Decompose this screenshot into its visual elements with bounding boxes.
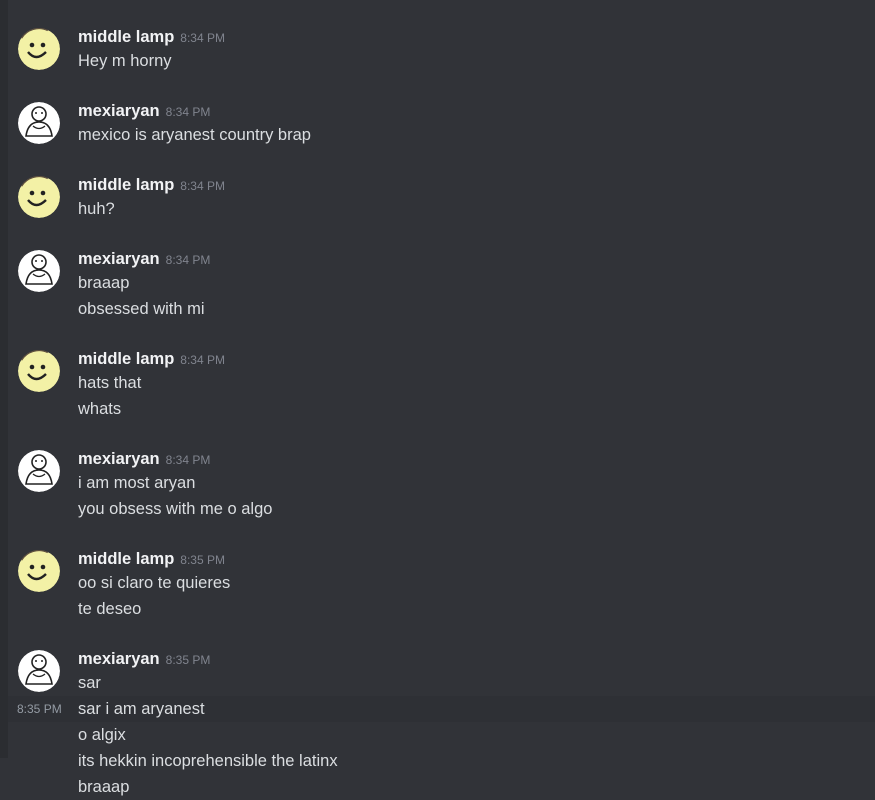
avatar[interactable] <box>18 28 60 70</box>
smiley-face-icon <box>18 176 60 218</box>
avatar[interactable] <box>18 650 60 692</box>
message-line[interactable]: i am most aryan <box>78 470 875 496</box>
message-timestamp: 8:34 PM <box>165 453 211 467</box>
message-author[interactable]: mexiaryan <box>78 650 160 668</box>
message-timestamp: 8:35 PM <box>180 553 225 567</box>
message-author[interactable]: mexiaryan <box>78 250 160 268</box>
message-line[interactable]: whats <box>78 396 875 422</box>
message-line-hovered[interactable]: 8:35 PM sar i am aryanest <box>8 696 875 722</box>
message-author[interactable]: middle lamp <box>78 550 174 568</box>
mascot-face-icon <box>18 450 60 492</box>
chat-message-list[interactable]: middle lamp 8:34 PM Hey m horny mexiaryan… <box>8 0 875 796</box>
message-group: mexiaryan 8:35 PM sar 8:35 PM sar i am ar… <box>8 622 875 800</box>
message-timestamp: 8:34 PM <box>165 105 211 119</box>
message-line[interactable]: you obsess with me o algo <box>78 496 875 522</box>
message-group: middle lamp 8:34 PM huh? <box>8 148 875 222</box>
message-group: mexiaryan 8:34 PM braaap obsessed with mi <box>8 222 875 322</box>
message-timestamp: 8:34 PM <box>180 353 225 367</box>
message-line[interactable]: braaap <box>78 270 875 296</box>
message-line[interactable]: braaap <box>78 774 875 800</box>
message-line[interactable]: o algix <box>78 722 875 748</box>
message-group: mexiaryan 8:34 PM i am most aryan you obs… <box>8 422 875 522</box>
smiley-face-icon <box>18 28 60 70</box>
avatar[interactable] <box>18 350 60 392</box>
message-author[interactable]: middle lamp <box>78 176 174 194</box>
smiley-face-icon <box>18 550 60 592</box>
message-timestamp: 8:35 PM <box>165 653 211 667</box>
avatar[interactable] <box>18 102 60 144</box>
mascot-face-icon <box>18 650 60 692</box>
message-line[interactable]: its hekkin incoprehensible the latinx <box>78 748 875 774</box>
message-line[interactable]: oo si claro te quieres <box>78 570 875 596</box>
avatar[interactable] <box>18 550 60 592</box>
avatar[interactable] <box>18 176 60 218</box>
message-line[interactable]: hats that <box>78 370 875 396</box>
message-author[interactable]: mexiaryan <box>78 450 160 468</box>
message-group: middle lamp 8:34 PM hats that whats <box>8 322 875 422</box>
hover-timestamp: 8:35 PM <box>17 702 62 716</box>
message-line[interactable]: huh? <box>78 196 875 222</box>
left-edge-strip <box>0 0 8 758</box>
message-author[interactable]: middle lamp <box>78 28 174 46</box>
message-line[interactable]: obsessed with mi <box>78 296 875 322</box>
message-line[interactable]: mexico is aryanest country brap <box>78 122 875 148</box>
message-author[interactable]: middle lamp <box>78 350 174 368</box>
message-group: middle lamp 8:34 PM Hey m horny <box>8 0 875 74</box>
message-line[interactable]: sar <box>78 670 875 696</box>
message-line[interactable]: Hey m horny <box>78 48 875 74</box>
message-author[interactable]: mexiaryan <box>78 102 160 120</box>
avatar[interactable] <box>18 450 60 492</box>
avatar[interactable] <box>18 250 60 292</box>
message-timestamp: 8:34 PM <box>180 179 225 193</box>
message-group: middle lamp 8:35 PM oo si claro te quiere… <box>8 522 875 622</box>
smiley-face-icon <box>18 350 60 392</box>
mascot-face-icon <box>18 250 60 292</box>
message-line[interactable]: te deseo <box>78 596 875 622</box>
message-timestamp: 8:34 PM <box>165 253 211 267</box>
mascot-face-icon <box>18 102 60 144</box>
message-line-text: sar i am aryanest <box>78 700 205 718</box>
message-group: mexiaryan 8:34 PM mexico is aryanest coun… <box>8 74 875 148</box>
message-timestamp: 8:34 PM <box>180 31 225 45</box>
